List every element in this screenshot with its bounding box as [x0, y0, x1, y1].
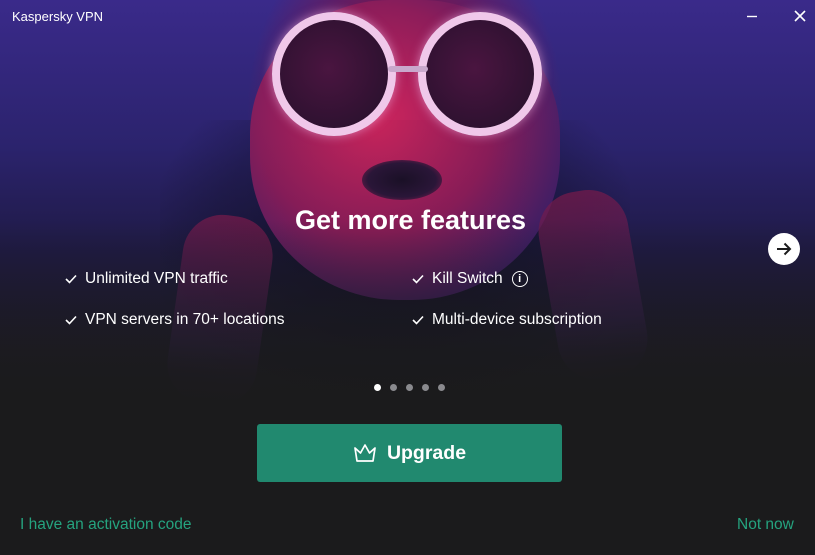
checkmark-icon [65, 274, 77, 284]
minimize-icon [747, 15, 757, 18]
carousel-dot[interactable] [390, 384, 397, 391]
feature-label: Unlimited VPN traffic [85, 270, 228, 287]
carousel-dot[interactable] [406, 384, 413, 391]
minimize-button[interactable] [738, 4, 766, 28]
upgrade-label: Upgrade [386, 441, 467, 464]
feature-item: Multi-device subscription [412, 311, 602, 329]
close-icon [794, 10, 806, 22]
arrow-right-icon [777, 242, 792, 256]
carousel-dot[interactable] [438, 384, 445, 391]
crown-icon [354, 444, 376, 462]
feature-label: VPN servers in 70+ locations [85, 311, 285, 328]
checkmark-icon [412, 274, 424, 284]
upgrade-button[interactable]: Upgrade [257, 424, 562, 482]
feature-label: Multi-device subscription [432, 311, 602, 328]
carousel-dot[interactable] [422, 384, 429, 391]
carousel-dot[interactable] [374, 384, 381, 391]
app-window: Kaspersky VPN Get more features Unlimite… [0, 0, 815, 555]
window-title: Kaspersky VPN [12, 9, 104, 24]
not-now-link[interactable]: Not now [737, 516, 794, 534]
checkmark-icon [65, 315, 77, 325]
next-slide-button[interactable] [768, 233, 800, 265]
carousel-headline: Get more features [294, 205, 527, 235]
feature-item: Unlimited VPN traffic [65, 270, 228, 288]
activation-code-link[interactable]: I have an activation code [20, 516, 191, 534]
checkmark-icon [412, 315, 424, 325]
info-icon[interactable]: i [511, 271, 528, 287]
feature-item: VPN servers in 70+ locations [65, 311, 284, 329]
carousel-pagination [374, 384, 445, 391]
close-button[interactable] [786, 4, 814, 28]
feature-label: Kill Switch [432, 270, 503, 287]
feature-item: Kill Switch i [412, 270, 528, 288]
